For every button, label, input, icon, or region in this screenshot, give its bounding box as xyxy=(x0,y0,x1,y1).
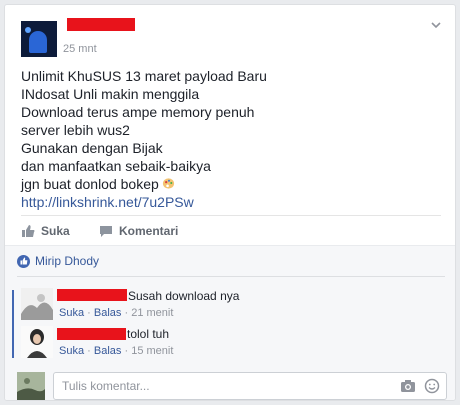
comment-reply-link[interactable]: Balas xyxy=(94,307,122,319)
emoji-icon[interactable] xyxy=(424,378,440,394)
post-line: server lebih wus2 xyxy=(21,122,130,138)
post-line: Unlimit KhuSUS 13 maret payload Baru xyxy=(21,68,267,84)
comment-meta: Suka · Balas · 21 menit xyxy=(59,307,173,319)
comment-like-link[interactable]: Suka xyxy=(59,345,84,357)
comment-input-placeholder: Tulis komentar... xyxy=(62,379,150,393)
avatar-figure xyxy=(29,31,47,53)
comment-label: Komentari xyxy=(119,224,179,238)
comments-section: Mirip Dhody Susah download nya Suka · Ba… xyxy=(5,245,455,400)
palette-icon xyxy=(162,178,174,189)
post-line-with-emoji: jgn buat donlod bokep xyxy=(21,175,267,193)
post-body: Unlimit KhuSUS 13 maret payload Baru INd… xyxy=(21,67,267,211)
author-name-redacted[interactable] xyxy=(67,18,135,31)
commenter-name-redacted[interactable] xyxy=(57,328,126,340)
camera-icon[interactable] xyxy=(400,378,416,394)
post-line: INdosat Unli makin menggila xyxy=(21,86,200,102)
post-line: Gunakan dengan Bijak xyxy=(21,140,163,156)
post-timestamp[interactable]: 25 mnt xyxy=(63,43,97,55)
action-bar: Suka Komentari xyxy=(21,215,441,246)
chevron-down-icon[interactable] xyxy=(429,18,443,32)
post-card: 25 mnt Unlimit KhuSUS 13 maret payload B… xyxy=(4,4,456,401)
post-line: jgn buat donlod bokep xyxy=(21,176,159,192)
commenter-name-redacted[interactable] xyxy=(57,289,127,301)
thread-indicator xyxy=(12,290,14,358)
comment-reply-link[interactable]: Balas xyxy=(94,345,122,357)
post-line: dan manfaatkan sebaik-baikya xyxy=(21,158,211,174)
like-badge-icon xyxy=(17,254,30,268)
comment-time[interactable]: 21 menit xyxy=(131,307,173,319)
comment-button[interactable]: Komentari xyxy=(99,224,178,238)
divider xyxy=(17,276,445,277)
post-link[interactable]: http://linkshrink.net/7u2PSw xyxy=(21,193,267,211)
commenter-avatar[interactable] xyxy=(21,326,53,358)
post-line: Download terus ampe memory penuh xyxy=(21,104,255,120)
commenter-avatar[interactable] xyxy=(21,288,53,320)
comment-time[interactable]: 15 menit xyxy=(131,345,173,357)
comment-meta: Suka · Balas · 15 menit xyxy=(59,345,173,357)
comment-text: tolol tuh xyxy=(127,327,170,341)
meta-separator: · xyxy=(87,345,91,357)
comment-icon xyxy=(100,226,112,237)
likes-label: Mirip Dhody xyxy=(35,254,100,268)
comment-composer: Tulis komentar... xyxy=(17,372,447,400)
like-label: Suka xyxy=(41,224,70,238)
like-button[interactable]: Suka xyxy=(21,224,70,238)
current-user-avatar[interactable] xyxy=(17,372,45,400)
comment-input[interactable]: Tulis komentar... xyxy=(53,372,447,400)
meta-separator: · xyxy=(87,307,91,319)
comment-text: Susah download nya xyxy=(128,289,240,303)
likes-summary[interactable]: Mirip Dhody xyxy=(17,254,99,268)
author-avatar[interactable] xyxy=(21,21,57,57)
meta-separator: · xyxy=(124,345,129,357)
comment-like-link[interactable]: Suka xyxy=(59,307,84,319)
avatar-glow xyxy=(25,27,31,33)
thumbs-up-icon xyxy=(22,225,35,237)
meta-separator: · xyxy=(124,307,129,319)
